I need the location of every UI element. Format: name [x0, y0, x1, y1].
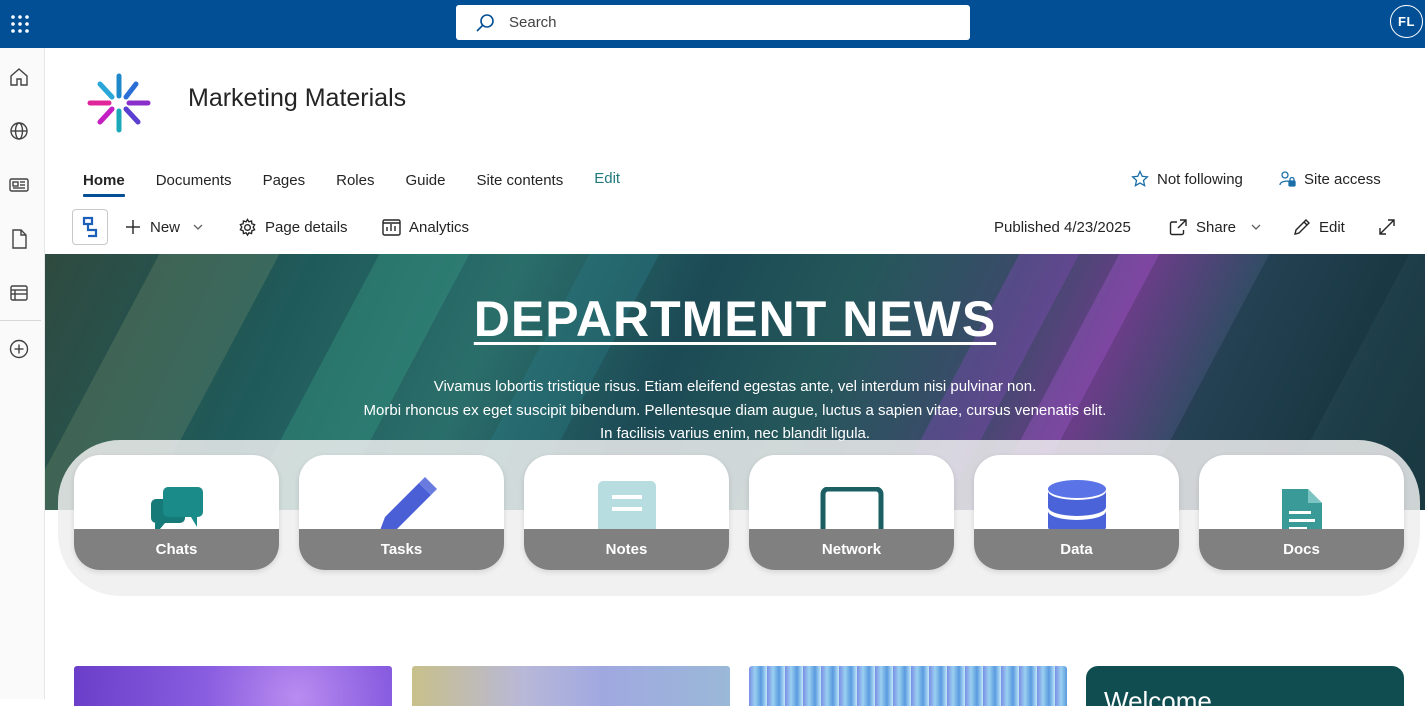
- tile-notes[interactable]: Notes: [524, 455, 729, 570]
- app-bar: [0, 48, 45, 699]
- follow-label: Not following: [1157, 170, 1243, 188]
- site-access-label: Site access: [1304, 170, 1381, 188]
- search-placeholder: Search: [509, 14, 557, 31]
- app-launcher-icon[interactable]: [0, 0, 40, 48]
- gear-icon: [239, 217, 256, 236]
- tile-network[interactable]: Network: [749, 455, 954, 570]
- hero-description: Vivamus lobortis tristique risus. Etiam …: [45, 375, 1425, 446]
- analytics-button[interactable]: Analytics: [382, 208, 469, 246]
- welcome-text: Welcome: [1104, 686, 1212, 706]
- news-card-image[interactable]: [74, 666, 392, 706]
- site-title[interactable]: Marketing Materials: [188, 84, 406, 113]
- tile-label: Tasks: [380, 541, 423, 558]
- nav-item-site-contents[interactable]: Site contents: [477, 172, 564, 189]
- document-icon[interactable]: [8, 228, 30, 250]
- app-brand-icon: [82, 216, 98, 238]
- share-icon: [1169, 219, 1187, 236]
- home-icon[interactable]: [8, 66, 30, 88]
- new-label: New: [150, 218, 181, 236]
- follow-button[interactable]: Not following: [1131, 170, 1243, 188]
- page-details-label: Page details: [265, 218, 348, 236]
- edit-label: Edit: [1319, 218, 1345, 236]
- nav-item-roles[interactable]: Roles: [336, 172, 374, 189]
- tile-label: Network: [821, 541, 882, 558]
- nav-item-documents[interactable]: Documents: [156, 172, 232, 189]
- edit-page-button[interactable]: Edit: [1293, 208, 1345, 246]
- pencil-icon: [1294, 219, 1310, 235]
- tile-label: Data: [1060, 541, 1093, 558]
- chevron-down-icon: [1251, 224, 1261, 230]
- published-label: Published 4/23/2025: [994, 218, 1131, 236]
- appbar-divider: [0, 320, 41, 321]
- add-circle-icon[interactable]: [8, 338, 30, 360]
- plus-icon: [126, 220, 140, 234]
- news-icon[interactable]: [8, 174, 30, 196]
- tile-label: Chats: [155, 541, 198, 558]
- share-button[interactable]: Share: [1169, 208, 1270, 246]
- welcome-card: Welcome: [1086, 666, 1404, 706]
- site-access-button[interactable]: Site access: [1278, 170, 1381, 188]
- new-button[interactable]: New: [124, 208, 212, 246]
- published-status: Published 4/23/2025: [994, 208, 1131, 246]
- share-label: Share: [1196, 218, 1237, 236]
- star-icon: [1131, 170, 1149, 187]
- expand-icon: [1379, 219, 1395, 235]
- hero-title[interactable]: DEPARTMENT NEWS: [45, 290, 1425, 348]
- tile-tasks[interactable]: Tasks: [299, 455, 504, 570]
- nav-item-guide[interactable]: Guide: [405, 172, 445, 189]
- tile-data[interactable]: Data: [974, 455, 1179, 570]
- hero-line: Morbi rhoncus ex eget suscipit bibendum.…: [363, 401, 1107, 419]
- analytics-label: Analytics: [409, 218, 470, 236]
- news-card-image[interactable]: [412, 666, 730, 706]
- nav-item-pages[interactable]: Pages: [263, 172, 306, 189]
- nav-item-home[interactable]: Home: [83, 172, 125, 197]
- people-lock-icon: [1279, 171, 1296, 187]
- search-box[interactable]: Search: [456, 5, 970, 40]
- analytics-icon: [382, 218, 401, 236]
- tile-docs[interactable]: Docs: [1199, 455, 1404, 570]
- globe-icon[interactable]: [8, 120, 30, 142]
- list-icon[interactable]: [8, 282, 30, 304]
- site-logo[interactable]: [84, 72, 154, 134]
- tile-label: Notes: [605, 541, 648, 558]
- hero-line: Vivamus lobortis tristique risus. Etiam …: [433, 378, 1037, 395]
- tile-chats[interactable]: Chats: [74, 455, 279, 570]
- nav-edit-link[interactable]: Edit: [594, 170, 620, 187]
- tile-label: Docs: [1283, 541, 1320, 558]
- user-avatar[interactable]: FL: [1390, 5, 1423, 38]
- chevron-down-icon: [193, 224, 203, 230]
- news-card-image[interactable]: [749, 666, 1067, 706]
- page-details-button[interactable]: Page details: [238, 208, 348, 246]
- app-icon-button[interactable]: [72, 209, 108, 245]
- expand-button[interactable]: [1378, 208, 1404, 246]
- suite-bar: Search FL: [0, 0, 1425, 48]
- search-icon: [476, 13, 494, 32]
- site-navigation: Home Documents Pages Roles Guide Site co…: [83, 168, 651, 197]
